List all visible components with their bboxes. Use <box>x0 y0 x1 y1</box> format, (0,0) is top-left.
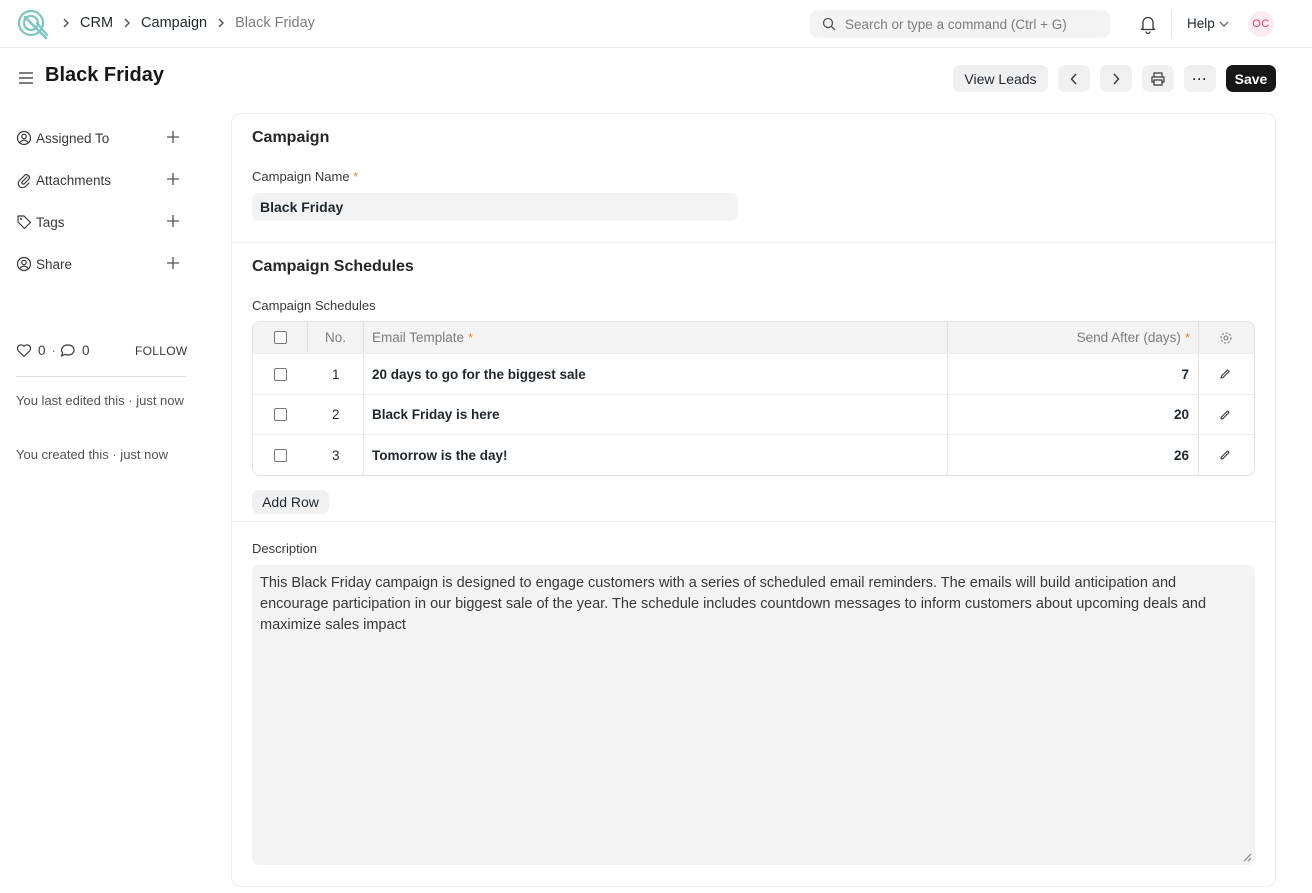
paperclip-icon <box>17 174 30 188</box>
comment-icon[interactable] <box>60 343 76 358</box>
sidebar-divider <box>16 376 186 377</box>
follow-button[interactable]: FOLLOW <box>135 344 187 358</box>
sidebar-item-tags[interactable]: Tags <box>16 212 186 232</box>
sidebar-item-label: Share <box>36 256 73 272</box>
search-input[interactable]: Search or type a command (Ctrl + G) <box>810 10 1110 38</box>
plus-icon[interactable] <box>166 172 180 186</box>
campaign-name-label-text: Campaign Name <box>252 169 350 184</box>
help-menu[interactable]: Help <box>1187 16 1229 31</box>
description-label: Description <box>252 541 318 556</box>
breadcrumb-current[interactable]: Black Friday <box>235 15 315 31</box>
previous-button[interactable] <box>1058 65 1090 92</box>
required-marker: * <box>1184 330 1190 345</box>
edit-icon[interactable] <box>1219 449 1231 461</box>
edit-icon[interactable] <box>1219 409 1231 421</box>
section-divider <box>232 242 1275 243</box>
help-label: Help <box>1187 16 1215 31</box>
col-header-send-after: Send After (days) * <box>953 322 1190 353</box>
app-logo-icon[interactable] <box>16 8 50 40</box>
search-icon <box>822 17 836 31</box>
row-checkbox[interactable] <box>274 408 287 421</box>
gear-icon[interactable] <box>1219 331 1233 345</box>
row-template[interactable]: 20 days to go for the biggest sale <box>372 354 586 394</box>
menu-icon[interactable] <box>18 70 34 86</box>
social-stats: 0 · 0 <box>16 343 96 358</box>
section-divider <box>232 521 1275 522</box>
chevron-right-icon <box>1113 73 1120 84</box>
table-row[interactable]: 2 Black Friday is here 20 <box>253 395 1254 435</box>
navbar: CRM Campaign Black Friday Search or type… <box>0 0 1312 48</box>
campaign-name-label: Campaign Name * <box>252 169 358 184</box>
page-title: Black Friday <box>45 64 164 86</box>
separator-dot: · <box>51 343 57 358</box>
breadcrumb-campaign[interactable]: Campaign <box>141 15 207 31</box>
search-placeholder: Search or type a command (Ctrl + G) <box>845 16 1067 32</box>
user-circle-icon <box>16 130 32 146</box>
sidebar-item-label: Assigned To <box>36 130 110 146</box>
save-button[interactable]: Save <box>1226 65 1276 92</box>
col-header-template: Email Template * <box>372 322 473 353</box>
chevron-right-icon <box>124 18 131 28</box>
navbar-divider <box>1171 10 1172 38</box>
sidebar-item-label: Attachments <box>36 172 112 188</box>
campaign-name-field[interactable]: Black Friday <box>252 193 738 221</box>
section-title-schedules: Campaign Schedules <box>252 258 414 275</box>
chevron-down-icon <box>1219 21 1229 27</box>
more-button[interactable]: ··· <box>1184 65 1216 92</box>
add-row-button[interactable]: Add Row <box>252 490 329 514</box>
required-marker: * <box>468 330 474 345</box>
section-title-campaign: Campaign <box>252 129 330 146</box>
col-header-send-after-text: Send After (days) <box>1076 330 1181 345</box>
row-template[interactable]: Black Friday is here <box>372 395 500 434</box>
edit-icon[interactable] <box>1219 368 1231 380</box>
sidebar-item-attachments[interactable]: Attachments <box>16 170 186 190</box>
user-share-icon <box>16 256 32 272</box>
sidebar-item-assigned-to[interactable]: Assigned To <box>16 128 186 148</box>
tag-icon <box>17 215 32 230</box>
sidebar-item-label: Tags <box>36 214 65 230</box>
breadcrumb: CRM Campaign Black Friday <box>62 15 325 31</box>
breadcrumb-crm[interactable]: CRM <box>80 15 113 31</box>
resize-handle-icon[interactable] <box>1243 853 1252 862</box>
col-header-template-text: Email Template <box>372 330 465 345</box>
row-number: 2 <box>332 407 340 422</box>
table-header: No. Email Template * Send After (days) * <box>253 322 1254 354</box>
select-all-checkbox[interactable] <box>274 331 287 344</box>
table-row[interactable]: 1 20 days to go for the biggest sale 7 <box>253 354 1254 395</box>
print-button[interactable] <box>1142 65 1174 92</box>
last-edited-note: You last edited this · just now <box>16 393 184 408</box>
row-send-after[interactable]: 26 <box>953 435 1189 475</box>
required-marker: * <box>353 169 359 184</box>
row-send-after[interactable]: 20 <box>953 395 1189 434</box>
description-field[interactable]: This Black Friday campaign is designed t… <box>252 565 1255 865</box>
comments-count: 0 <box>82 343 90 358</box>
chevron-left-icon <box>1070 73 1077 84</box>
plus-icon[interactable] <box>166 130 180 144</box>
plus-icon[interactable] <box>166 256 180 270</box>
chevron-right-icon <box>63 18 69 28</box>
col-header-no: No. <box>325 330 347 345</box>
likes-count: 0 <box>38 343 46 358</box>
row-number: 1 <box>332 366 340 382</box>
sidebar-item-share[interactable]: Share <box>16 254 186 274</box>
row-template[interactable]: Tomorrow is the day! <box>372 435 508 475</box>
schedules-table: No. Email Template * Send After (days) *… <box>252 321 1255 476</box>
description-text: This Black Friday campaign is designed t… <box>260 575 1207 633</box>
plus-icon[interactable] <box>166 214 180 228</box>
schedules-label: Campaign Schedules <box>252 298 376 313</box>
row-checkbox[interactable] <box>274 448 287 462</box>
chevron-right-icon <box>218 18 225 28</box>
bell-icon[interactable] <box>1139 14 1157 34</box>
view-leads-button[interactable]: View Leads <box>953 65 1048 92</box>
row-checkbox[interactable] <box>274 367 287 381</box>
printer-icon <box>1151 71 1165 86</box>
row-number: 3 <box>332 447 340 463</box>
row-send-after[interactable]: 7 <box>953 354 1189 394</box>
next-button[interactable] <box>1100 65 1132 92</box>
avatar[interactable]: OC <box>1248 11 1274 37</box>
table-row[interactable]: 3 Tomorrow is the day! 26 <box>253 435 1254 475</box>
form-card: Campaign Campaign Name * Black Friday Ca… <box>231 113 1276 887</box>
heart-icon[interactable] <box>16 343 32 358</box>
created-note: You created this · just now <box>16 447 168 462</box>
